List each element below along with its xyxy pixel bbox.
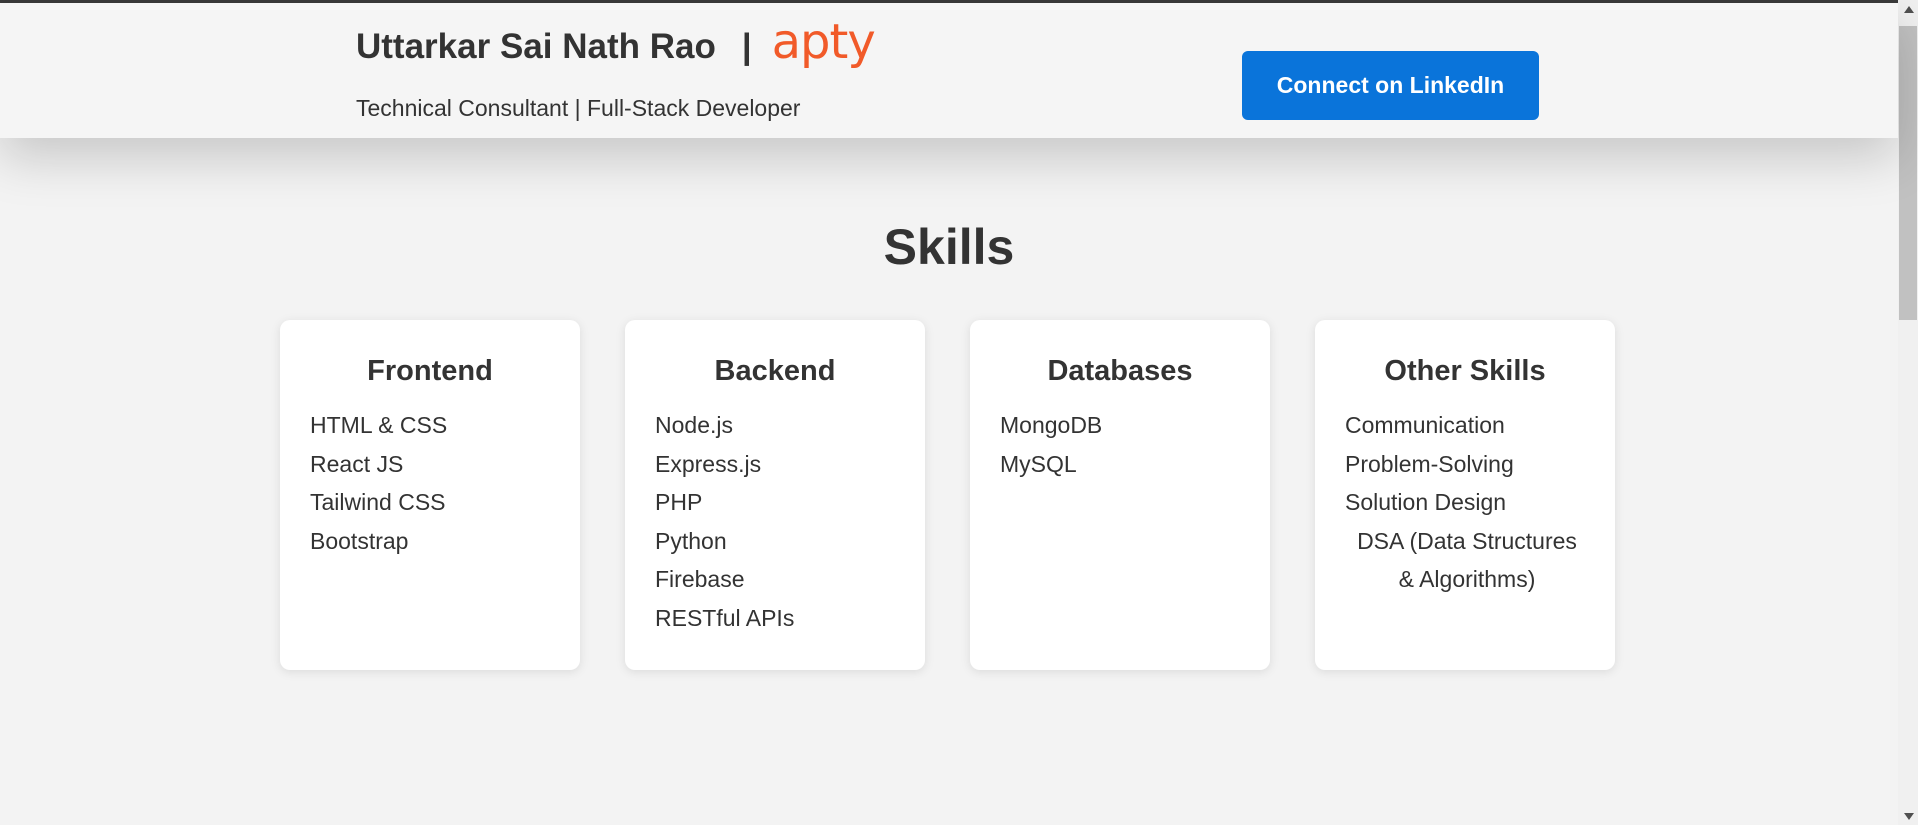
connect-linkedin-button[interactable]: Connect on LinkedIn bbox=[1242, 51, 1539, 120]
skill-item: HTML & CSS bbox=[310, 412, 448, 438]
skill-item: Firebase bbox=[655, 566, 745, 592]
skill-card-title: Databases bbox=[1047, 355, 1193, 387]
author-name: Uttarkar Sai Nath Rao bbox=[356, 27, 716, 66]
scroll-up-arrow-icon[interactable] bbox=[1904, 6, 1914, 13]
skill-list: Node.js Express.js PHP Python Firebase R… bbox=[625, 406, 925, 637]
skill-item: PHP bbox=[655, 489, 703, 515]
skill-item: Express.js bbox=[655, 450, 762, 477]
skill-item: MySQL bbox=[1000, 450, 1077, 477]
skill-card-other-skills: Other Skills Communication Problem-Solvi… bbox=[1315, 320, 1615, 670]
skill-card-title: Frontend bbox=[367, 355, 493, 387]
scroll-down-arrow-icon[interactable] bbox=[1904, 813, 1914, 820]
skill-item: Communication bbox=[1345, 412, 1505, 438]
skill-card-title: Other Skills bbox=[1384, 355, 1546, 387]
skill-item: Bootstrap bbox=[310, 527, 409, 554]
skill-item: RESTful APIs bbox=[655, 604, 795, 631]
skill-item: DSA (Data Structures & Algorithms) bbox=[1357, 527, 1577, 593]
skill-item: Python bbox=[655, 527, 727, 554]
scrollbar-thumb[interactable] bbox=[1899, 26, 1917, 320]
skill-card-databases: Databases MongoDB MySQL bbox=[970, 320, 1270, 670]
skill-item: MongoDB bbox=[1000, 412, 1103, 438]
apty-logo: apty bbox=[771, 14, 876, 70]
skill-item: Node.js bbox=[655, 412, 733, 438]
page-header: Uttarkar Sai Nath Rao | apty Technical C… bbox=[0, 3, 1898, 138]
skill-list: MongoDB MySQL bbox=[970, 406, 1270, 483]
skill-item: Solution Design bbox=[1345, 489, 1507, 515]
skill-list: Communication Problem-Solving Solution D… bbox=[1315, 406, 1615, 599]
skill-item: Tailwind CSS bbox=[310, 489, 446, 515]
title-separator: | bbox=[741, 27, 752, 66]
skill-card-backend: Backend Node.js Express.js PHP Python Fi… bbox=[625, 320, 925, 670]
skill-item: React JS bbox=[310, 450, 404, 477]
skills-heading: Skills bbox=[883, 219, 1015, 275]
author-subtitle: Technical Consultant | Full-Stack Develo… bbox=[356, 95, 801, 121]
skill-card-frontend: Frontend HTML & CSS React JS Tailwind CS… bbox=[280, 320, 580, 670]
header-title-row: Uttarkar Sai Nath Rao | apty bbox=[356, 18, 876, 71]
skill-card-title: Backend bbox=[714, 355, 836, 387]
skill-list: HTML & CSS React JS Tailwind CSS Bootstr… bbox=[280, 406, 580, 560]
skill-item: Problem-Solving bbox=[1345, 450, 1514, 477]
